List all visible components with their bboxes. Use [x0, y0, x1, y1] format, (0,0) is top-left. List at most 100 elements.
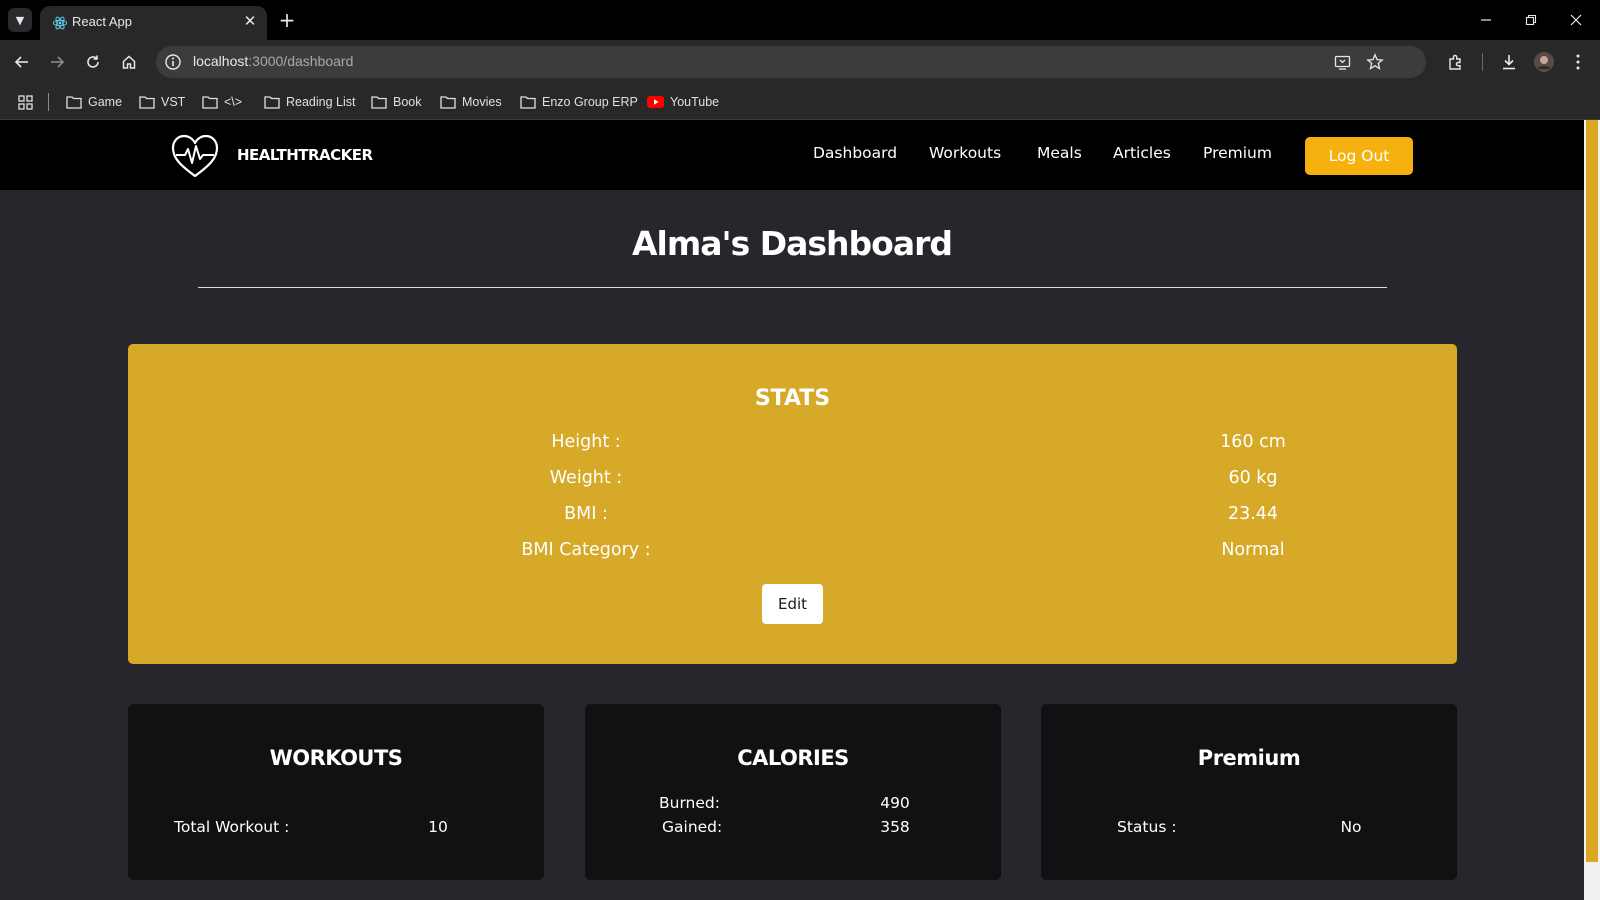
nav-meals[interactable]: Meals — [1037, 144, 1082, 162]
folder-icon — [440, 96, 456, 109]
bookmark-link[interactable]: YouTube — [647, 92, 719, 112]
calories-burned-value: 490 — [880, 794, 910, 812]
page-title: Alma's Dashboard — [632, 224, 953, 263]
bookmark-folder[interactable]: Enzo Group ERP — [520, 92, 638, 112]
bookmark-label: Enzo Group ERP — [542, 95, 638, 109]
arrow-right-icon — [51, 56, 65, 68]
home-button[interactable] — [117, 50, 141, 74]
download-icon — [1503, 55, 1515, 70]
bookmark-label: Book — [393, 95, 422, 109]
toolbar-divider — [1482, 53, 1483, 71]
folder-icon — [371, 96, 387, 109]
folder-icon — [202, 96, 218, 109]
stat-value-weight: 60 kg — [1228, 468, 1278, 488]
apps-button[interactable] — [18, 92, 33, 112]
downloads-button[interactable] — [1497, 50, 1521, 74]
bookmark-folder[interactable]: VST — [139, 92, 185, 112]
star-icon[interactable] — [1366, 53, 1384, 71]
stats-heading: STATS — [754, 386, 831, 411]
site-info-icon[interactable] — [164, 53, 182, 71]
calories-gained-label: Gained: — [662, 818, 723, 836]
profile-avatar[interactable] — [1532, 50, 1556, 74]
new-tab-button[interactable]: + — [276, 8, 298, 32]
avatar — [1534, 52, 1554, 72]
url-path: :3000/dashboard — [248, 53, 354, 69]
bookmark-label: YouTube — [670, 95, 720, 109]
chevron-down-icon: ▼ — [15, 13, 25, 27]
nav-workouts[interactable]: Workouts — [929, 144, 1001, 162]
site-navbar: HEALTHTRACKER Dashboard Workouts Meals A… — [0, 120, 1584, 190]
page-scrollbar[interactable] — [1584, 120, 1600, 900]
reload-icon — [87, 55, 99, 68]
calories-burned-label: Burned: — [659, 794, 720, 812]
folder-icon — [264, 96, 280, 109]
url-host: localhost — [193, 53, 249, 69]
nav-dashboard[interactable]: Dashboard — [813, 144, 897, 162]
logout-button[interactable]: Log Out — [1305, 137, 1413, 175]
bookmark-folder[interactable]: Book — [371, 92, 422, 112]
folder-icon — [139, 96, 155, 109]
scrollbar-thumb[interactable] — [1586, 120, 1598, 862]
restore-icon — [1525, 14, 1537, 26]
calories-heading: CALORIES — [737, 746, 849, 770]
youtube-icon — [647, 96, 664, 108]
premium-heading: Premium — [1197, 746, 1301, 770]
install-app-icon[interactable] — [1334, 54, 1351, 71]
react-logo-icon — [52, 16, 68, 30]
folder-icon — [520, 96, 536, 109]
stat-label-weight: Weight : — [549, 468, 623, 488]
stat-value-bmi: 23.44 — [1227, 504, 1279, 524]
tab-close-icon[interactable]: ✕ — [241, 12, 259, 30]
calories-gained-value: 358 — [880, 818, 910, 836]
bookmark-label: Movies — [462, 95, 502, 109]
total-workout-label: Total Workout : — [174, 818, 290, 836]
bookmarks-bar: Game VST <\> Reading List Book Movies En… — [0, 84, 1600, 120]
nav-articles[interactable]: Articles — [1113, 144, 1171, 162]
tab-title: React App — [72, 14, 132, 29]
total-workout-value: 10 — [428, 818, 448, 836]
kebab-menu-icon — [1576, 54, 1580, 70]
bookmark-folder[interactable]: Movies — [440, 92, 502, 112]
back-button[interactable] — [10, 50, 34, 74]
browser-menu-button[interactable] — [1566, 50, 1590, 74]
restore-button[interactable] — [1515, 6, 1547, 34]
page-viewport: HEALTHTRACKER Dashboard Workouts Meals A… — [0, 120, 1600, 900]
extensions-button[interactable] — [1444, 50, 1468, 74]
tab-search-button[interactable]: ▼ — [8, 8, 32, 32]
home-icon — [122, 55, 136, 69]
bookmark-folder[interactable]: Game — [66, 92, 122, 112]
apps-grid-icon — [18, 94, 33, 110]
edit-stats-button[interactable]: Edit — [762, 584, 823, 624]
minimize-button[interactable] — [1470, 6, 1502, 34]
heart-pulse-logo-icon[interactable] — [170, 133, 220, 179]
bookmark-label: Game — [88, 95, 123, 109]
stat-label-bmi: BMI : — [564, 504, 608, 524]
brand-name[interactable]: HEALTHTRACKER — [237, 146, 373, 164]
forward-button[interactable] — [45, 50, 69, 74]
premium-card: Premium Status : No — [1041, 704, 1457, 880]
bookmark-label: Reading List — [286, 95, 356, 109]
reload-button[interactable] — [81, 50, 105, 74]
stats-card: STATS Height : 160 cm Weight : 60 kg BMI… — [128, 344, 1457, 664]
close-window-button[interactable] — [1560, 6, 1592, 34]
workouts-heading: WORKOUTS — [269, 746, 403, 770]
premium-status-label: Status : — [1117, 818, 1177, 836]
minimize-icon — [1481, 19, 1491, 21]
browser-toolbar: localhost:3000/dashboard — [0, 40, 1600, 84]
title-divider — [198, 287, 1387, 288]
address-bar[interactable]: localhost:3000/dashboard — [156, 46, 1426, 78]
bookmark-label: VST — [161, 95, 186, 109]
premium-status-value: No — [1340, 818, 1362, 836]
bookmark-folder[interactable]: <\> — [202, 92, 242, 112]
nav-premium[interactable]: Premium — [1203, 144, 1272, 162]
close-icon — [1570, 14, 1582, 26]
stat-label-height: Height : — [551, 432, 621, 452]
url-text: localhost:3000/dashboard — [193, 53, 353, 69]
browser-tab[interactable]: React App ✕ — [40, 6, 267, 40]
browser-tab-strip: ▼ React App ✕ + — [0, 0, 1600, 40]
bookmark-folder[interactable]: Reading List — [264, 92, 356, 112]
stat-value-height: 160 cm — [1220, 432, 1286, 452]
stat-label-bmi-category: BMI Category : — [521, 540, 651, 560]
folder-icon — [66, 96, 82, 109]
workouts-card: WORKOUTS Total Workout : 10 — [128, 704, 544, 880]
